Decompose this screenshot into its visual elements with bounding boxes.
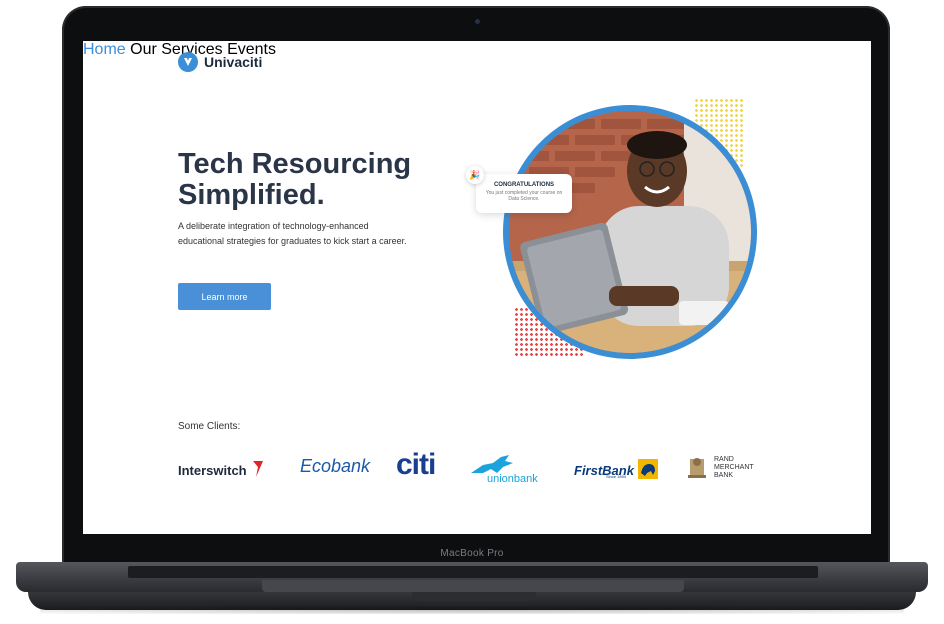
client-logo-citi: citi <box>396 448 436 482</box>
keyboard-edge <box>128 566 818 578</box>
hero-photo <box>509 111 751 353</box>
brand-logo[interactable]: Univaciti <box>178 52 262 72</box>
hero-title-line2: Simplified. <box>178 179 325 211</box>
device-label: MacBook Pro <box>440 548 504 559</box>
camera-icon <box>475 19 480 24</box>
client-citi-text: citi <box>396 448 436 481</box>
hero-title-line1: Tech Resourcing <box>178 148 412 180</box>
clients-label: Some Clients: <box>178 421 241 432</box>
laptop-shadow <box>40 606 904 614</box>
client-firstbank-since: Since 1894 <box>606 474 627 479</box>
client-interswitch-text: Interswitch <box>178 463 247 478</box>
client-logo-unionbank: unionbank <box>469 453 538 485</box>
learn-more-button[interactable]: Learn more <box>178 283 271 310</box>
client-logo-ecobank: Ecobank <box>300 456 370 477</box>
hero-subtitle: A deliberate integration of technology-e… <box>178 221 407 246</box>
laptop-notch <box>412 592 536 601</box>
notification-body: You just completed your course on Data S… <box>485 190 563 202</box>
congratulations-notification: CONGRATULATIONS You just completed your … <box>476 174 572 213</box>
rmb-crest-icon <box>688 458 706 478</box>
brand-name: Univaciti <box>204 54 263 70</box>
hero-title: Tech Resourcing Simplified. <box>178 149 438 211</box>
interswitch-mark-icon <box>253 461 264 477</box>
elephant-icon <box>638 459 659 479</box>
client-unionbank-text: unionbank <box>487 473 538 485</box>
nav-home[interactable]: Home <box>83 41 126 58</box>
trackpad <box>262 580 684 592</box>
notification-title: CONGRATULATIONS <box>493 182 555 188</box>
client-logo-firstbank: FirstBank Since 1894 <box>574 459 659 480</box>
client-rmb-text: RAND MERCHANT BANK <box>714 456 754 480</box>
client-rmb-line3: BANK <box>714 472 734 479</box>
client-logo-rmb: RAND MERCHANT BANK <box>686 455 754 479</box>
client-logo-interswitch: Interswitch <box>178 459 265 480</box>
client-rmb-line2: MERCHANT <box>714 464 754 471</box>
party-popper-icon: 🎉 <box>466 166 484 184</box>
client-ecobank-text: Ecobank <box>300 456 371 476</box>
website-screen: Univaciti Home Our Services Events Tech … <box>83 41 871 534</box>
univaciti-logo-icon <box>178 52 198 72</box>
client-rmb-line1: RAND <box>714 456 734 463</box>
